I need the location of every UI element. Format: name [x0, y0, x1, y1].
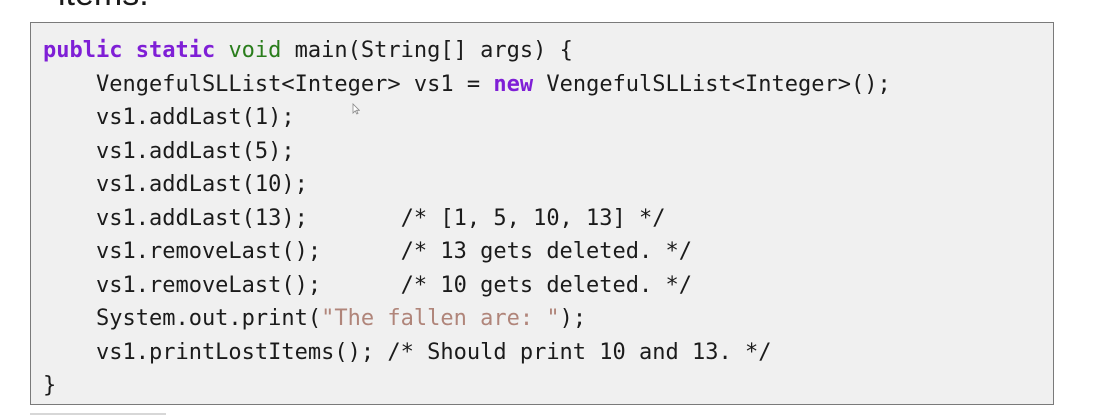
- code-line: vs1.addLast(13); /* [1, 5, 10, 13] */: [43, 202, 891, 236]
- code-line: System.out.print("The fallen are: ");: [43, 302, 891, 336]
- code-line: vs1.removeLast(); /* 10 gets deleted. */: [43, 269, 891, 303]
- code-token: VengefulSLList<Integer> vs1 =: [43, 71, 494, 97]
- code-token: main(String[] args) {: [281, 38, 573, 63]
- slide-partial-heading: items.: [58, 0, 149, 14]
- code-line: public static void main(String[] args) {: [43, 34, 891, 68]
- code-token: }: [43, 373, 57, 398]
- mouse-pointer-icon: [352, 103, 360, 115]
- code-listing: public static void main(String[] args) {…: [43, 34, 891, 403]
- code-token-type: void: [228, 38, 282, 63]
- code-token: System.out.print(: [43, 306, 322, 331]
- code-line: vs1.addLast(1);: [43, 101, 891, 135]
- code-token: vs1.addLast(13); /* [1, 5, 10, 13] */: [43, 205, 666, 231]
- code-token: vs1.addLast(10);: [43, 172, 308, 197]
- code-line: VengefulSLList<Integer> vs1 = new Vengef…: [43, 68, 891, 102]
- code-token: vs1.addLast(1);: [43, 105, 295, 130]
- divider: [30, 413, 166, 415]
- code-token: vs1.printLostItems(); /* Should print 10…: [43, 339, 772, 365]
- code-block: public static void main(String[] args) {…: [30, 22, 1054, 405]
- code-line: vs1.removeLast(); /* 13 gets deleted. */: [43, 235, 891, 269]
- code-line: vs1.addLast(10);: [43, 168, 891, 202]
- code-line: }: [43, 369, 891, 403]
- code-token: VengefulSLList<Integer>();: [533, 71, 891, 97]
- code-token: vs1.removeLast(); /* 10 gets deleted. */: [43, 272, 693, 298]
- code-token: vs1.addLast(5);: [43, 138, 295, 164]
- code-token-str: "The fallen are: ": [321, 306, 560, 331]
- code-token: );: [559, 306, 587, 331]
- code-line: vs1.printLostItems(); /* Should print 10…: [43, 336, 891, 370]
- code-token-kw: new: [493, 71, 534, 97]
- code-token-kw: public static: [43, 38, 216, 63]
- code-token: vs1.removeLast(); /* 13 gets deleted. */: [43, 239, 693, 264]
- code-line: vs1.addLast(5);: [43, 135, 891, 169]
